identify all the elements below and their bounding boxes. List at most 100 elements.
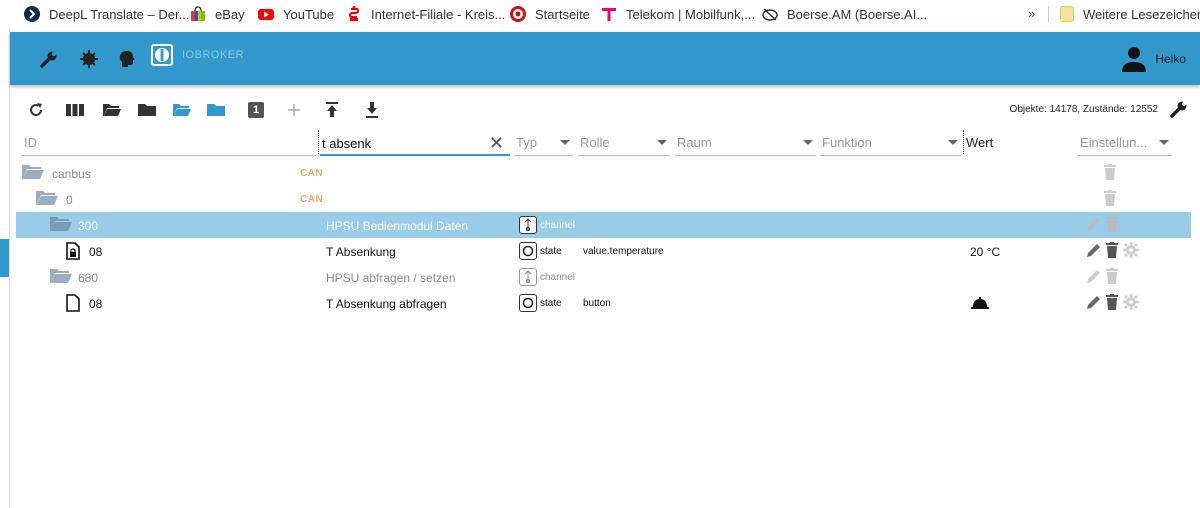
tree-row-08-absenkung[interactable]: 08 T Absenkung state value.temperature 2…: [16, 238, 1191, 264]
expand-level-button[interactable]: 1: [246, 100, 266, 120]
type-filter-select[interactable]: Typ: [514, 130, 573, 156]
name-filter-value: t absenk: [322, 136, 372, 151]
channel-icon: [519, 268, 537, 286]
row-role: value.temperature: [583, 246, 664, 257]
bookmark-label: Telekom | Mobilfunk,...: [626, 6, 756, 22]
delete-icon[interactable]: [1104, 164, 1116, 183]
tree-row-300[interactable]: 300 HPSU Bedienmodul Daten channel: [16, 212, 1191, 238]
expand-folder-blue-icon[interactable]: [172, 100, 192, 120]
tree-row-680[interactable]: 680 HPSU abfragen / setzen channel: [16, 264, 1191, 290]
bookmark-startseite[interactable]: Startseite: [510, 0, 590, 28]
download-icon[interactable]: [362, 100, 382, 120]
bookmarks-overflow-button[interactable]: »: [1028, 6, 1035, 21]
row-id: 300: [78, 219, 99, 233]
edit-pencil-icon[interactable]: [1086, 268, 1102, 287]
bookmark-telekom[interactable]: Telekom | Mobilfunk,...: [601, 0, 755, 28]
cpu-chip-icon[interactable]: [79, 49, 99, 69]
delete-icon[interactable]: [1106, 242, 1118, 261]
edit-pencil-icon[interactable]: [1086, 242, 1102, 261]
add-icon[interactable]: [284, 100, 304, 120]
deepl-icon: [24, 6, 40, 22]
level-badge: 1: [248, 102, 264, 118]
open-folder-icon[interactable]: [50, 268, 72, 287]
columns-icon[interactable]: [65, 100, 85, 120]
expand-folders-icon[interactable]: [102, 100, 122, 120]
column-resize-handle[interactable]: [963, 130, 964, 154]
object-counts: Objekte: 14178, Zustände: 12552: [1009, 104, 1158, 115]
startseite-icon: [510, 6, 526, 22]
gear-icon[interactable]: [1123, 294, 1139, 313]
bookmarks-separator: [1048, 6, 1049, 22]
row-value[interactable]: 20 °C: [970, 245, 1000, 259]
clear-filter-icon[interactable]: ✕: [489, 134, 504, 152]
role-filter-placeholder: Rolle: [580, 135, 610, 150]
chevron-down-icon: [1159, 140, 1169, 145]
chevron-down-icon: [948, 140, 958, 145]
open-folder-icon[interactable]: [50, 216, 72, 235]
row-name: HPSU abfragen / setzen: [326, 271, 456, 285]
delete-icon[interactable]: [1106, 216, 1118, 235]
bookmark-label: YouTube: [283, 6, 335, 22]
tree-row-08-abfragen[interactable]: 08 T Absenkung abfragen state button: [16, 290, 1191, 316]
bookmark-label: Internet-Filiale - Kreis...: [371, 6, 506, 22]
chevron-down-icon: [560, 140, 570, 145]
gear-icon[interactable]: [1123, 242, 1139, 261]
customize-wrench-icon[interactable]: [1169, 99, 1189, 122]
type-filter-placeholder: Typ: [516, 135, 537, 150]
iobroker-logo[interactable]: [151, 44, 173, 66]
state-icon: [519, 242, 537, 260]
open-folder-icon[interactable]: [36, 190, 58, 209]
bookmark-ebay[interactable]: eBay: [190, 0, 245, 28]
role-filter-select[interactable]: Rolle: [578, 130, 670, 156]
bookmark-label: Weitere Lesezeichen: [1083, 6, 1200, 22]
bookmark-sparkasse[interactable]: Internet-Filiale - Kreis...: [346, 0, 505, 28]
id-filter-placeholder: ID: [24, 135, 37, 150]
adapter-badge: CAN: [300, 168, 324, 179]
id-filter-input[interactable]: ID: [22, 130, 316, 156]
function-filter-select[interactable]: Funktion: [820, 130, 961, 156]
row-id: canbus: [52, 167, 91, 181]
name-filter-input[interactable]: t absenk ✕: [320, 130, 510, 156]
ebay-bag-icon: [190, 6, 206, 22]
tree-row-canbus[interactable]: canbus CAN: [16, 160, 1191, 186]
row-name: T Absenkung: [326, 245, 396, 259]
delete-icon[interactable]: [1106, 268, 1118, 287]
wrench-icon[interactable]: [39, 49, 59, 69]
settings-filter-select[interactable]: Einstellun...: [1078, 130, 1172, 156]
edit-pencil-icon[interactable]: [1086, 294, 1102, 313]
edit-pencil-icon[interactable]: [1086, 216, 1102, 235]
folder-icon: [1060, 6, 1074, 22]
state-icon: [519, 294, 537, 312]
delete-icon[interactable]: [1104, 190, 1116, 209]
locked-file-icon: [66, 242, 80, 263]
room-filter-select[interactable]: Raum: [675, 130, 816, 156]
upload-icon[interactable]: [322, 100, 342, 120]
bookmark-label: Boerse.AM (Boerse.AI...: [787, 6, 928, 22]
left-edge-divider: [9, 28, 10, 508]
row-id: 08: [89, 297, 103, 311]
bookmark-other-folder[interactable]: Weitere Lesezeichen: [1060, 0, 1200, 28]
function-filter-placeholder: Funktion: [822, 135, 872, 150]
collapse-folder-blue-icon[interactable]: [206, 100, 226, 120]
user-avatar-icon[interactable]: [1120, 45, 1148, 76]
open-folder-icon[interactable]: [22, 164, 44, 183]
expert-mode-head-icon[interactable]: [117, 49, 137, 69]
row-type: state: [540, 298, 562, 309]
row-id: 0: [66, 193, 73, 207]
app-logo-text: IOBROKER: [182, 49, 245, 61]
channel-icon: [519, 216, 537, 234]
bookmark-label: Startseite: [535, 6, 590, 22]
column-resize-handle[interactable]: [318, 130, 319, 154]
chevron-down-icon: [657, 140, 667, 145]
delete-icon[interactable]: [1106, 294, 1118, 313]
collapse-folders-icon[interactable]: [137, 100, 157, 120]
bookmark-deepl[interactable]: DeepL Translate – Der...: [24, 0, 189, 28]
row-name: HPSU Bedienmodul Daten: [326, 219, 469, 233]
adapter-badge: CAN: [300, 194, 324, 205]
bell-button-icon[interactable]: [970, 296, 990, 313]
tree-row-0[interactable]: 0 CAN: [16, 186, 1191, 212]
user-name[interactable]: Heiko: [1155, 52, 1186, 66]
bookmark-youtube[interactable]: YouTube: [258, 0, 334, 28]
refresh-icon[interactable]: [26, 100, 46, 120]
bookmark-boerse[interactable]: Boerse.AM (Boerse.AI...: [762, 0, 927, 28]
